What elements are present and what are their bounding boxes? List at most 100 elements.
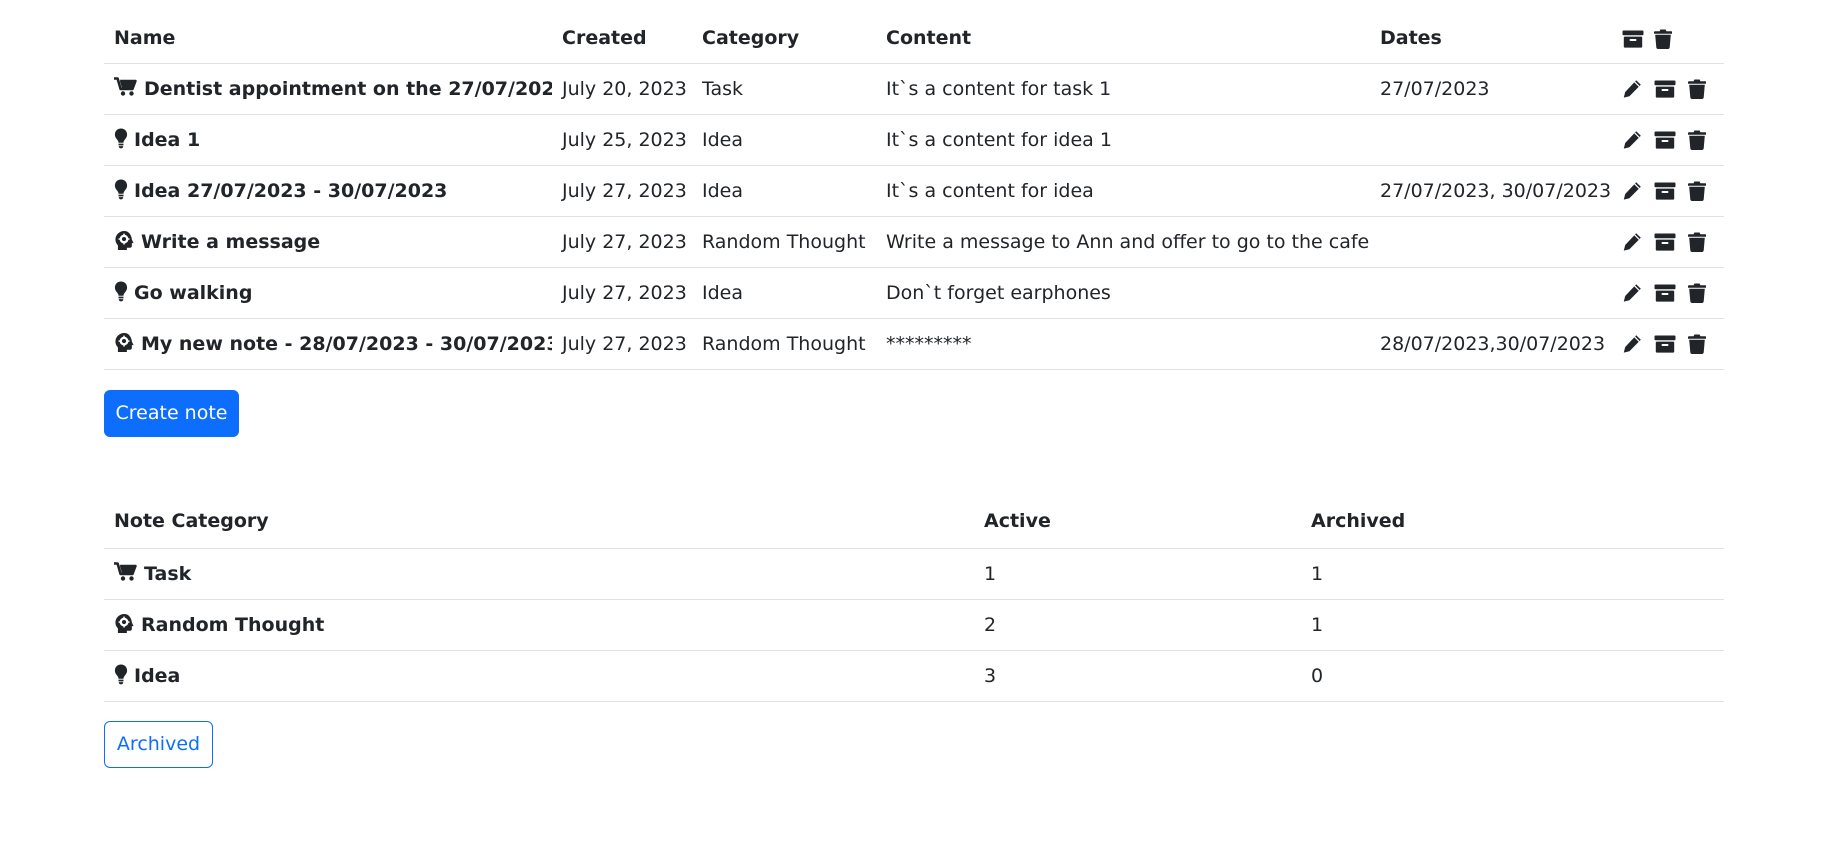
note-actions xyxy=(1614,216,1724,267)
archive-icon[interactable] xyxy=(1654,80,1676,98)
note-dates: 27/07/2023 xyxy=(1380,77,1490,100)
edit-icon[interactable] xyxy=(1622,334,1642,354)
header-created: Created xyxy=(562,27,647,50)
note-category: Idea xyxy=(702,128,743,151)
note-category: Task xyxy=(702,77,744,100)
note-name-cell: Dentist appointment on the 27/07/2023 xyxy=(104,63,552,114)
note-name: Idea 1 xyxy=(134,128,201,151)
note-category: Random Thought xyxy=(702,230,866,253)
summary-active-count: 2 xyxy=(984,613,997,636)
summary-category: Idea xyxy=(134,664,181,687)
note-created: July 25, 2023 xyxy=(562,128,687,151)
summary-table: Note Category Active Archived Task 1 1 Rand… xyxy=(104,495,1724,702)
note-content: Write a message to Ann and offer to go t… xyxy=(886,230,1370,253)
archive-all-icon[interactable] xyxy=(1622,30,1644,48)
note-category: Idea xyxy=(702,179,743,202)
notes-header-row: Name Created Category Content Dates xyxy=(104,0,1724,63)
note-category: Random Thought xyxy=(702,332,866,355)
header-note-category: Note Category xyxy=(114,510,269,533)
delete-icon[interactable] xyxy=(1688,232,1706,252)
archive-icon[interactable] xyxy=(1654,284,1676,302)
table-row: Write a message July 27, 2023 Random Thoug… xyxy=(104,216,1724,267)
cart-icon xyxy=(114,77,138,97)
note-created: July 27, 2023 xyxy=(562,332,687,355)
summary-active-count: 3 xyxy=(984,664,997,687)
header-content: Content xyxy=(886,27,972,50)
summary-header-row: Note Category Active Archived xyxy=(104,495,1724,548)
note-dates: 27/07/2023, 30/07/2023 xyxy=(1380,179,1612,202)
note-category: Idea xyxy=(702,281,743,304)
table-row: My new note - 28/07/2023 - 30/07/2023 Jul… xyxy=(104,318,1724,369)
note-name-cell: Write a message xyxy=(104,216,552,267)
delete-icon[interactable] xyxy=(1688,79,1706,99)
note-dates xyxy=(1370,267,1614,318)
edit-icon[interactable] xyxy=(1622,130,1642,150)
summary-category-cell: Task xyxy=(104,548,974,599)
lightbulb-icon xyxy=(114,281,128,302)
note-created: July 20, 2023 xyxy=(562,77,687,100)
header-name: Name xyxy=(114,27,176,50)
header-active: Active xyxy=(984,510,1051,533)
summary-category: Random Thought xyxy=(141,613,325,636)
archived-button[interactable]: Archived xyxy=(104,721,213,768)
note-actions xyxy=(1614,114,1724,165)
note-dates xyxy=(1370,114,1614,165)
header-dates: Dates xyxy=(1380,27,1442,50)
note-created: July 27, 2023 xyxy=(562,179,687,202)
lightbulb-icon xyxy=(114,664,128,685)
edit-icon[interactable] xyxy=(1622,232,1642,252)
note-name-cell: Idea 1 xyxy=(104,114,552,165)
delete-icon[interactable] xyxy=(1688,283,1706,303)
table-row: Idea 27/07/2023 - 30/07/2023 July 27, 202… xyxy=(104,165,1724,216)
note-name: Idea 27/07/2023 - 30/07/2023 xyxy=(134,179,448,202)
delete-all-icon[interactable] xyxy=(1654,29,1672,49)
delete-icon[interactable] xyxy=(1688,181,1706,201)
archive-icon[interactable] xyxy=(1654,233,1676,251)
table-row: Random Thought 2 1 xyxy=(104,599,1724,650)
notes-table: Name Created Category Content Dates Dent… xyxy=(104,0,1724,370)
note-content: ********* xyxy=(886,332,972,355)
note-actions xyxy=(1614,165,1724,216)
table-row: Idea 1 July 25, 2023 Idea It`s a content fo… xyxy=(104,114,1724,165)
summary-archived-count: 1 xyxy=(1311,562,1324,585)
archive-icon[interactable] xyxy=(1654,335,1676,353)
table-row: Idea 3 0 xyxy=(104,650,1724,701)
note-created: July 27, 2023 xyxy=(562,230,687,253)
table-row: Task 1 1 xyxy=(104,548,1724,599)
head-gear-icon xyxy=(114,230,135,251)
note-content: It`s a content for idea 1 xyxy=(886,128,1112,151)
summary-container: Note Category Active Archived Task 1 1 Rand… xyxy=(104,495,1724,702)
table-row: Go walking July 27, 2023 Idea Don`t forget … xyxy=(104,267,1724,318)
note-actions xyxy=(1614,318,1724,369)
edit-icon[interactable] xyxy=(1622,283,1642,303)
summary-category-cell: Idea xyxy=(104,650,974,701)
delete-icon[interactable] xyxy=(1688,334,1706,354)
edit-icon[interactable] xyxy=(1622,79,1642,99)
note-name-cell: Go walking xyxy=(104,267,552,318)
archive-icon[interactable] xyxy=(1654,131,1676,149)
summary-category: Task xyxy=(144,562,192,585)
summary-active-count: 1 xyxy=(984,562,997,585)
edit-icon[interactable] xyxy=(1622,181,1642,201)
summary-archived-count: 0 xyxy=(1311,664,1324,687)
summary-category-cell: Random Thought xyxy=(104,599,974,650)
lightbulb-icon xyxy=(114,179,128,200)
summary-archived-count: 1 xyxy=(1311,613,1324,636)
create-note-button[interactable]: Create note xyxy=(104,390,239,437)
note-content: Don`t forget earphones xyxy=(886,281,1111,304)
note-name: Go walking xyxy=(134,281,253,304)
note-name-cell: My new note - 28/07/2023 - 30/07/2023 xyxy=(104,318,552,369)
note-content: It`s a content for idea xyxy=(886,179,1094,202)
note-name: Write a message xyxy=(141,230,321,253)
archive-icon[interactable] xyxy=(1654,182,1676,200)
note-dates xyxy=(1370,216,1614,267)
note-name: Dentist appointment on the 27/07/2023 xyxy=(144,77,552,100)
note-name: My new note - 28/07/2023 - 30/07/2023 xyxy=(141,332,552,355)
delete-icon[interactable] xyxy=(1688,130,1706,150)
table-row: Dentist appointment on the 27/07/2023 Jul… xyxy=(104,63,1724,114)
note-actions xyxy=(1614,63,1724,114)
cart-icon xyxy=(114,562,138,582)
header-category: Category xyxy=(702,27,800,50)
note-content: It`s a content for task 1 xyxy=(886,77,1112,100)
note-name-cell: Idea 27/07/2023 - 30/07/2023 xyxy=(104,165,552,216)
